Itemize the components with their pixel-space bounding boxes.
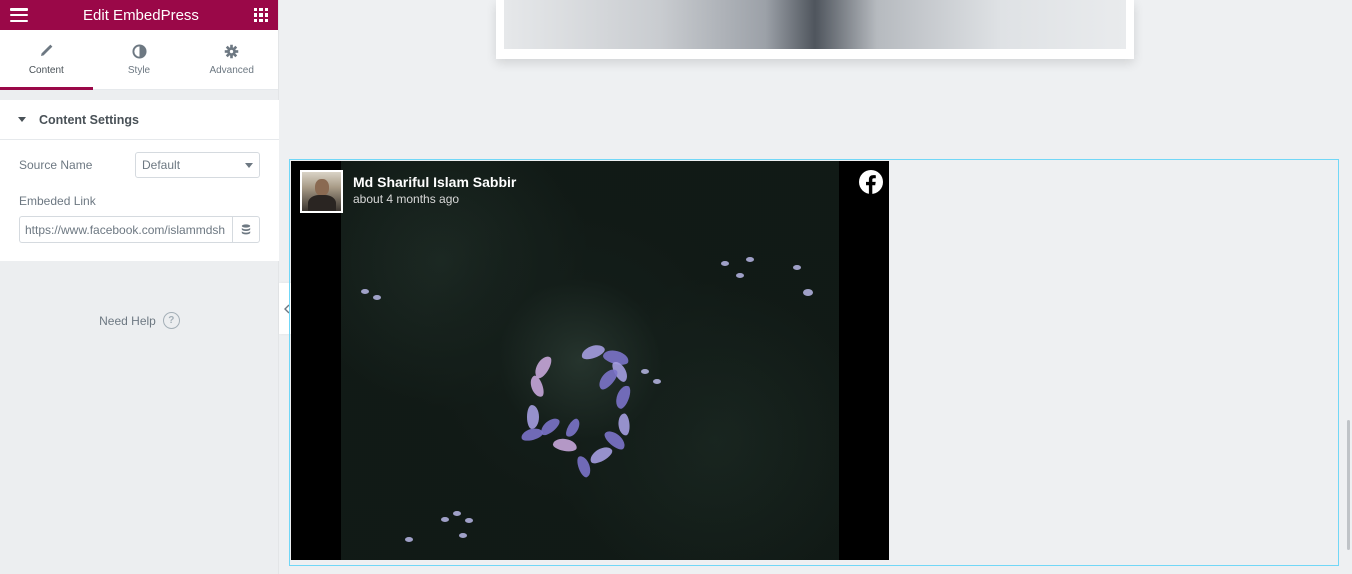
dynamic-tags-button[interactable] (232, 216, 260, 243)
previous-image-widget (496, 0, 1134, 59)
facebook-icon[interactable] (859, 170, 883, 194)
source-name-label: Source Name (19, 158, 93, 172)
section-body: Source Name Default Embeded Link (0, 140, 279, 261)
blurred-image (504, 0, 1126, 49)
tab-style[interactable]: Style (93, 30, 186, 89)
tab-style-label: Style (127, 65, 151, 76)
embedded-link-input[interactable] (19, 216, 232, 243)
source-name-value: Default (142, 158, 181, 172)
embedded-link-label: Embeded Link (19, 194, 96, 208)
panel-title: Edit EmbedPress (83, 6, 199, 24)
editor-panel: Edit EmbedPress Content Style Advanced C… (0, 0, 279, 574)
post-meta: Md Shariful Islam Sabbir about 4 months … (353, 174, 516, 206)
panel-header: Edit EmbedPress (0, 0, 278, 30)
source-name-row: Source Name Default (19, 152, 260, 178)
avatar[interactable] (300, 170, 343, 213)
grid-icon[interactable] (253, 8, 268, 22)
content-settings-section: Content Settings Source Name Default Emb… (0, 100, 279, 261)
post-photo (341, 161, 839, 560)
content-settings-toggle[interactable]: Content Settings (0, 100, 279, 140)
tab-advanced[interactable]: Advanced (185, 30, 278, 89)
author-name[interactable]: Md Shariful Islam Sabbir (353, 174, 516, 190)
gear-icon (224, 43, 240, 59)
scrollbar[interactable] (1347, 420, 1350, 550)
section-title: Content Settings (39, 112, 139, 127)
post-header: Md Shariful Islam Sabbir about 4 months … (300, 170, 516, 213)
facebook-post-embed[interactable]: Md Shariful Islam Sabbir about 4 months … (291, 161, 889, 560)
post-timestamp[interactable]: about 4 months ago (353, 192, 516, 206)
question-circle-icon: ? (162, 312, 180, 329)
hamburger-icon[interactable] (10, 8, 28, 22)
tab-content-label: Content (28, 65, 64, 76)
pencil-icon (38, 43, 54, 59)
tab-content[interactable]: Content (0, 30, 93, 90)
embedded-link-control (19, 216, 260, 243)
caret-down-icon (18, 117, 26, 122)
need-help-link[interactable]: Need Help ? (0, 312, 279, 329)
embedpress-widget[interactable]: Md Shariful Islam Sabbir about 4 months … (289, 159, 1339, 566)
source-name-select[interactable]: Default (135, 152, 260, 178)
panel-tabs: Content Style Advanced (0, 30, 278, 90)
half-circle-icon (131, 43, 147, 59)
database-icon (241, 223, 251, 234)
need-help-label: Need Help (99, 313, 156, 328)
chevron-down-icon (245, 162, 253, 168)
tab-advanced-label: Advanced (209, 65, 254, 76)
